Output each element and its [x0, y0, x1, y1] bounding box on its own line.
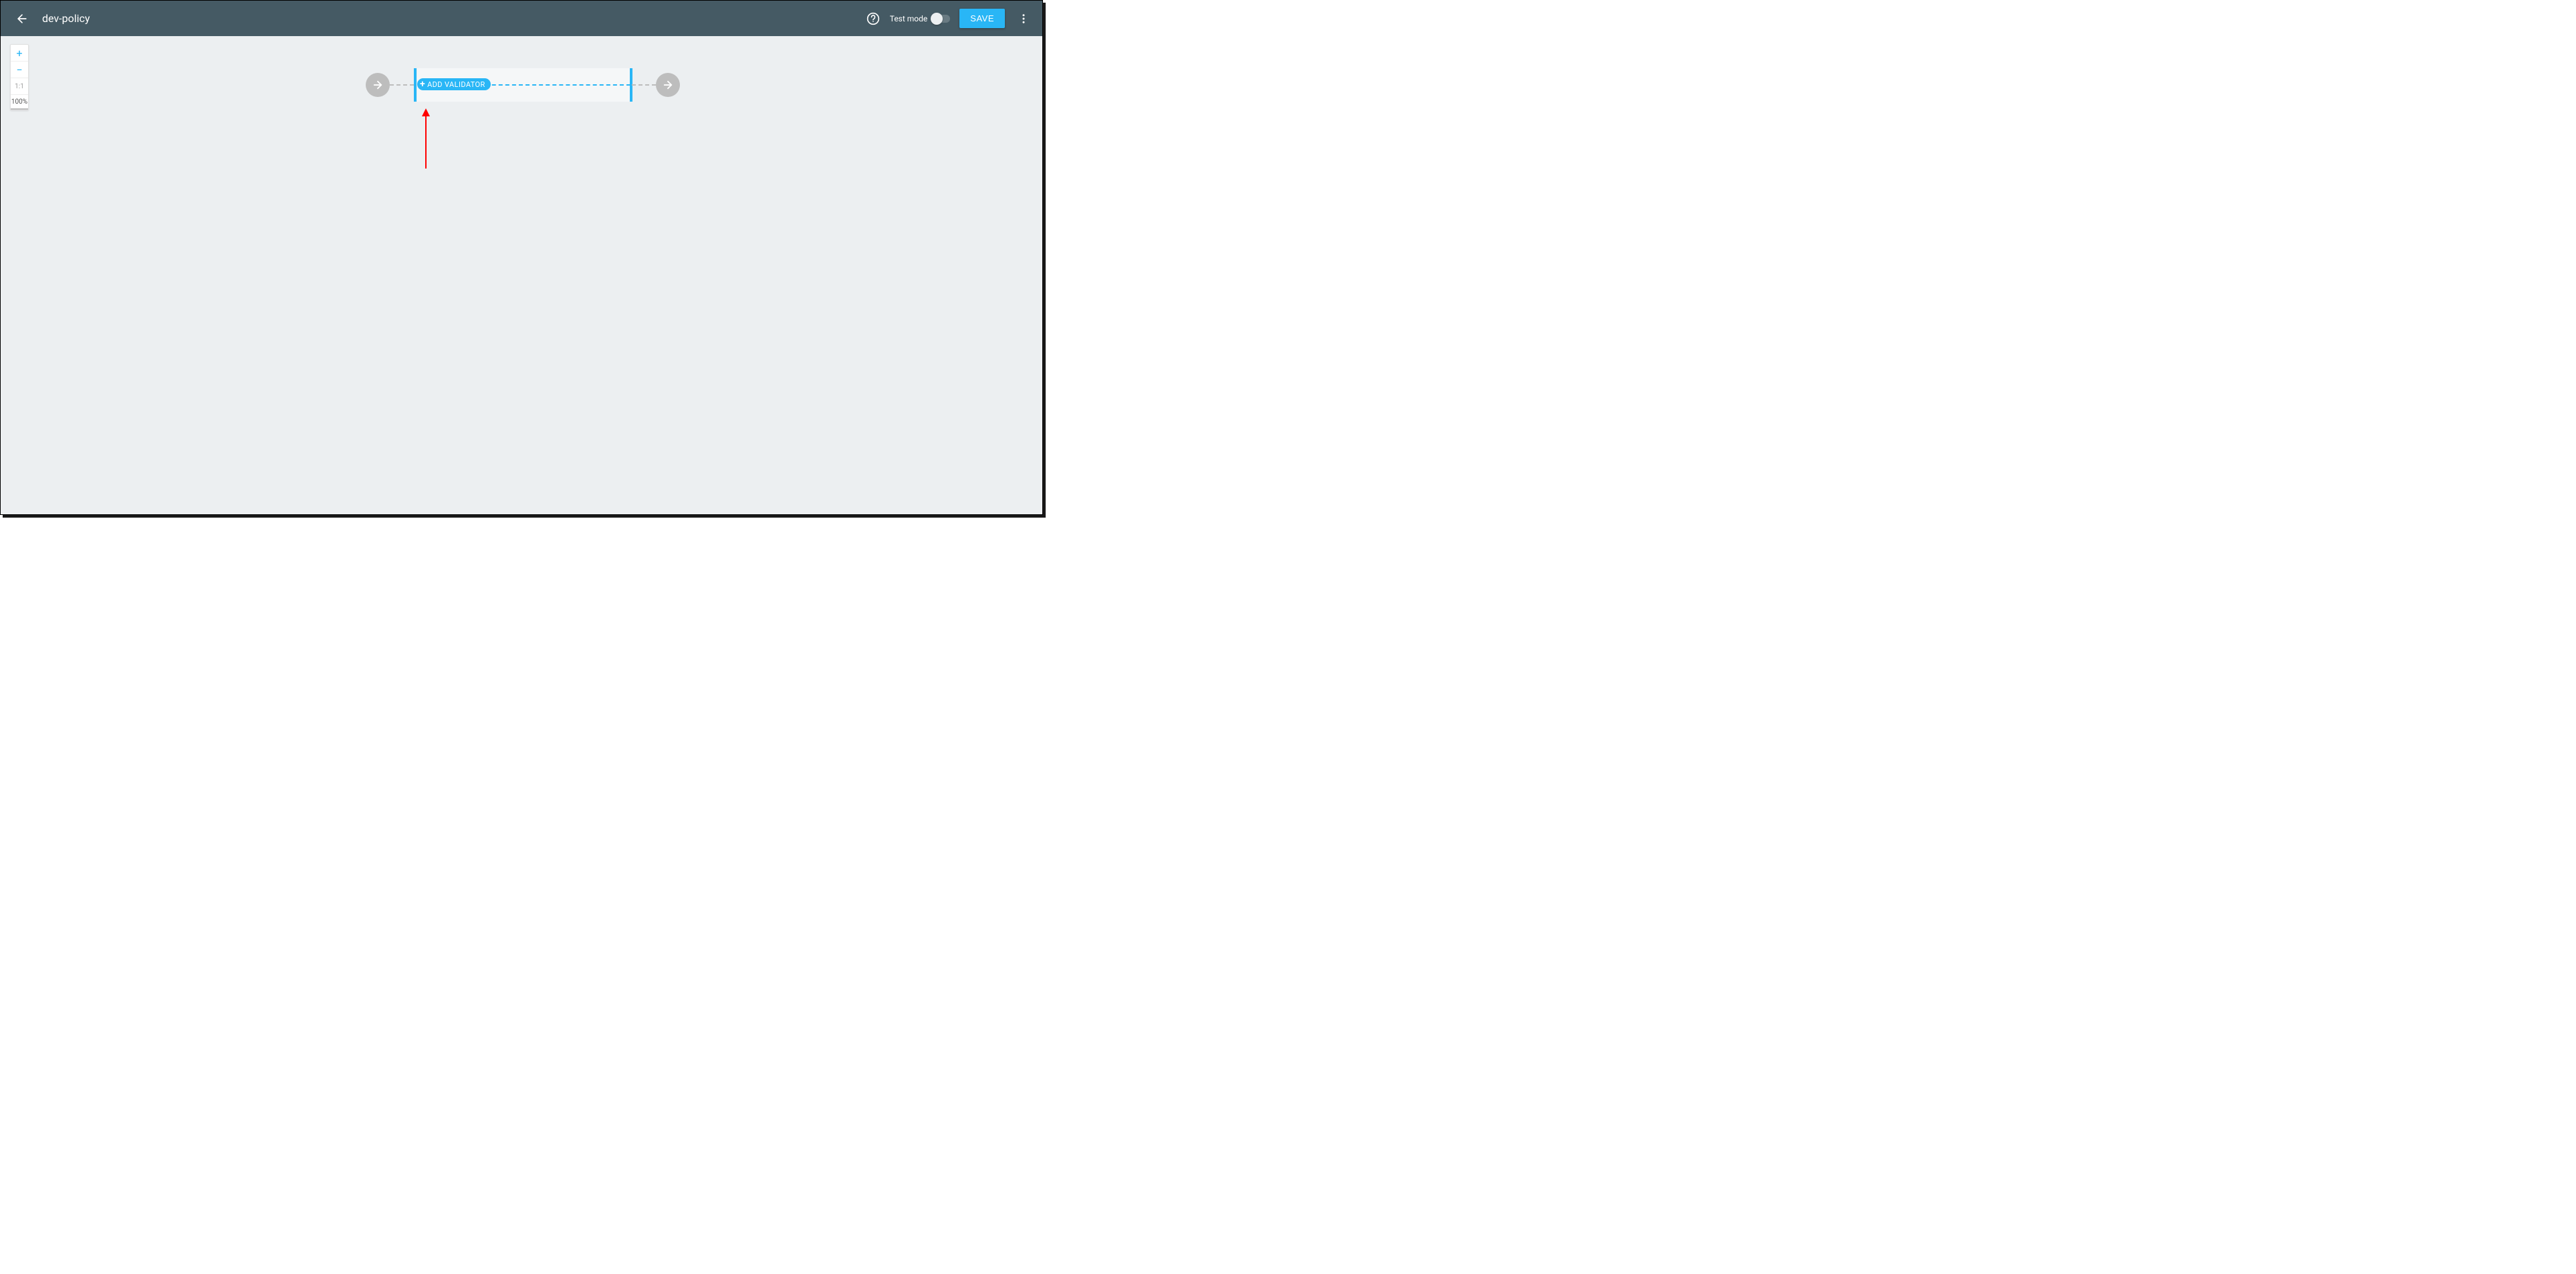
- flow-diagram: + ADD VALIDATOR: [366, 71, 680, 99]
- connector-left: [390, 84, 414, 86]
- save-button[interactable]: SAVE: [959, 9, 1005, 28]
- annotation-arrow: [421, 108, 431, 169]
- app-frame: dev-policy Test mode SAVE + − 1:1 100%: [0, 0, 1043, 515]
- flow-end-node[interactable]: [656, 73, 680, 97]
- add-validator-button[interactable]: + ADD VALIDATOR: [417, 78, 491, 90]
- flow-start-node[interactable]: [366, 73, 390, 97]
- test-mode-toggle[interactable]: [931, 15, 950, 23]
- zoom-out-button[interactable]: −: [11, 62, 28, 78]
- more-menu-button[interactable]: [1014, 9, 1033, 28]
- page-title: dev-policy: [42, 12, 90, 25]
- more-vertical-icon: [1018, 13, 1030, 25]
- arrow-left-icon: [15, 12, 29, 25]
- zoom-in-button[interactable]: +: [11, 45, 28, 62]
- plus-icon: +: [420, 80, 425, 89]
- dropzone-bracket-left: [414, 68, 417, 102]
- header-actions: Test mode SAVE: [866, 9, 1033, 28]
- arrow-right-icon: [662, 79, 674, 91]
- header-bar: dev-policy Test mode SAVE: [1, 1, 1042, 36]
- zoom-level-label: 100%: [11, 95, 28, 110]
- back-button[interactable]: [10, 7, 34, 31]
- arrow-right-icon: [372, 79, 384, 91]
- zoom-reset-button[interactable]: 1:1: [11, 78, 28, 95]
- help-icon: [866, 12, 880, 25]
- connector-right: [632, 84, 656, 86]
- test-mode-control: Test mode: [890, 14, 951, 23]
- toggle-knob: [931, 13, 943, 25]
- zoom-controls: + − 1:1 100%: [10, 44, 29, 110]
- add-validator-label: ADD VALIDATOR: [427, 80, 485, 89]
- policy-canvas[interactable]: + − 1:1 100% + ADD VALIDATOR: [1, 36, 1042, 514]
- help-button[interactable]: [866, 11, 881, 26]
- test-mode-label: Test mode: [890, 14, 928, 23]
